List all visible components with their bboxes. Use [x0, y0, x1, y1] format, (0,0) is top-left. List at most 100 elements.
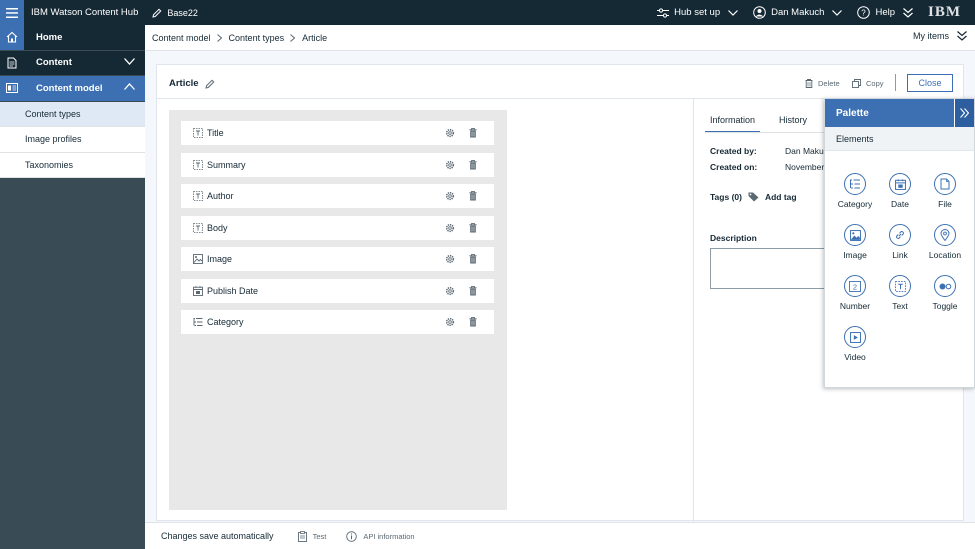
gear-icon[interactable] [445, 128, 455, 138]
gear-icon[interactable] [445, 254, 455, 264]
element-row[interactable]: Category [181, 310, 494, 334]
description-input[interactable] [710, 248, 830, 289]
palette-header: Palette [825, 99, 974, 127]
palette-item-location[interactable]: Location [922, 224, 968, 260]
nav-home[interactable]: Home [0, 25, 145, 51]
nav-taxonomies[interactable]: Taxonomies [0, 152, 145, 178]
breadcrumb: Content model Content types Article My i… [145, 25, 975, 51]
svg-text:?: ? [862, 9, 867, 18]
element-row[interactable]: Publish Date [181, 279, 494, 303]
breadcrumb-content-model[interactable]: Content model [152, 33, 211, 43]
sliders-icon [657, 7, 670, 18]
hub-setup-menu[interactable]: Hub set up [657, 7, 743, 18]
palette-item-image[interactable]: Image [832, 224, 878, 260]
instance-name: Base22 [167, 7, 198, 18]
text-icon [894, 280, 906, 292]
delete-button[interactable]: Delete [805, 79, 840, 88]
instance-selector[interactable]: Base22 [152, 8, 198, 18]
palette-collapse-button[interactable] [954, 99, 974, 127]
add-tag-button[interactable]: Add tag [765, 192, 797, 202]
gear-icon[interactable] [445, 286, 455, 296]
text-icon [193, 128, 203, 138]
api-information-label: API information [363, 531, 415, 541]
chevron-right-icon [216, 33, 222, 42]
palette-item-label: Number [839, 301, 871, 311]
side-navigation: Home Content Content model Content types… [0, 25, 145, 549]
palette-item-video[interactable]: Video [832, 326, 878, 362]
palette-item-label: Text [892, 301, 908, 311]
palette-item-text[interactable]: Text [877, 275, 923, 311]
file-icon [940, 178, 950, 190]
copy-button[interactable]: Copy [852, 79, 884, 88]
help-menu[interactable]: ? Help [857, 6, 918, 19]
tab-history[interactable]: History [774, 111, 812, 133]
menu-button[interactable] [0, 0, 24, 25]
gear-icon[interactable] [445, 317, 455, 327]
tags-label: Tags (0) [710, 192, 742, 202]
text-icon [193, 223, 203, 233]
double-chevron-down-icon [903, 7, 913, 18]
hamburger-icon [6, 7, 18, 18]
chevron-up-icon [124, 83, 135, 90]
pencil-icon [152, 8, 162, 18]
api-information-button[interactable]: API information [346, 530, 415, 542]
created-by-label: Created by: [710, 146, 757, 156]
element-row[interactable]: Image [181, 247, 494, 271]
edit-pencil-icon[interactable] [204, 79, 215, 89]
tab-information[interactable]: Information [705, 111, 761, 133]
nav-content-types[interactable]: Content types [0, 101, 145, 127]
gear-icon[interactable] [445, 223, 455, 233]
palette-item-date[interactable]: Date [877, 173, 923, 209]
created-on-value: November [785, 162, 825, 172]
close-button[interactable]: Close [907, 74, 953, 92]
link-icon [896, 231, 904, 239]
element-name: Body [207, 223, 228, 233]
user-menu[interactable]: Dan Makuch [753, 6, 847, 19]
palette-section-label: Elements [825, 127, 974, 151]
trash-icon[interactable] [469, 223, 477, 233]
nav-image-profiles[interactable]: Image profiles [0, 127, 145, 153]
clipboard-icon [297, 530, 307, 542]
trash-icon[interactable] [469, 160, 477, 170]
trash-icon[interactable] [469, 191, 477, 201]
test-button[interactable]: Test [297, 530, 326, 542]
gear-icon[interactable] [445, 160, 455, 170]
element-name: Publish Date [207, 286, 259, 296]
element-palette: Palette Elements Category Date File Imag… [824, 98, 975, 388]
trash-icon[interactable] [469, 128, 477, 138]
palette-item-category[interactable]: Category [832, 173, 878, 209]
palette-item-label: Toggle [932, 301, 958, 311]
palette-item-file[interactable]: File [922, 173, 968, 209]
trash-icon[interactable] [469, 317, 477, 327]
element-row[interactable]: Body [181, 216, 494, 240]
my-items-toggle[interactable]: My items [913, 31, 967, 41]
home-icon [6, 32, 18, 43]
header-divider [895, 74, 896, 91]
app-title: IBM Watson Content Hub [31, 7, 139, 18]
palette-item-label: Date [891, 199, 909, 209]
palette-item-label: Video [844, 352, 866, 362]
element-row[interactable]: Author [181, 184, 494, 208]
palette-item-link[interactable]: Link [877, 224, 923, 260]
palette-item-toggle[interactable]: Toggle [922, 275, 968, 311]
description-label: Description [710, 233, 757, 243]
element-row[interactable]: Summary [181, 153, 494, 177]
nav-content-model[interactable]: Content model [0, 76, 145, 102]
palette-item-number[interactable]: 2 Number [832, 275, 878, 311]
top-bar: IBM Watson Content Hub Base22 Hub set up… [0, 0, 975, 25]
hub-setup-label: Hub set up [674, 7, 721, 18]
gear-icon[interactable] [445, 191, 455, 201]
editor-header: Article Delete Copy Close [157, 65, 963, 99]
breadcrumb-content-types[interactable]: Content types [229, 33, 285, 43]
category-icon [193, 318, 203, 326]
image-icon [849, 229, 861, 241]
elements-canvas: Title Summary Author Body Image Publish … [169, 110, 507, 510]
nav-content-model-label: Content model [36, 82, 103, 94]
trash-icon[interactable] [469, 254, 477, 264]
copy-icon [852, 79, 861, 88]
element-row[interactable]: Title [181, 121, 494, 145]
trash-icon[interactable] [469, 286, 477, 296]
nav-content[interactable]: Content [0, 50, 145, 76]
chevron-down-icon [728, 9, 739, 16]
element-name: Summary [207, 160, 246, 170]
